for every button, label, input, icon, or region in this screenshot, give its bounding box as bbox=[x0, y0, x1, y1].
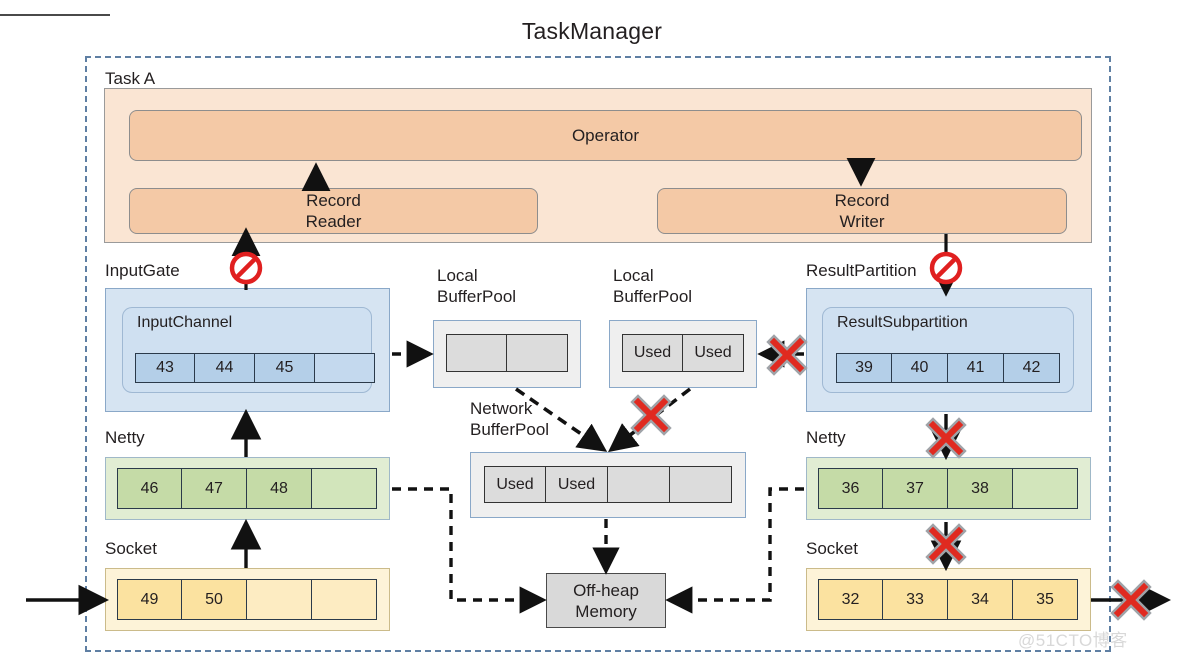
buffer-cell: 50 bbox=[182, 579, 247, 620]
off-heap-memory-box[interactable]: Off-heap Memory bbox=[546, 573, 666, 628]
input-gate-label: InputGate bbox=[105, 261, 180, 280]
local-bufferpool-right-label: Local BufferPool bbox=[613, 266, 693, 306]
netty-left-cells: 46 47 48 bbox=[117, 468, 377, 509]
buffer-cell: 39 bbox=[836, 353, 892, 383]
record-writer-label: Record Writer bbox=[834, 191, 890, 231]
netty-right-cells: 36 37 38 bbox=[818, 468, 1078, 509]
operator-box[interactable]: Operator bbox=[129, 110, 1082, 161]
buffer-cell: 40 bbox=[892, 353, 948, 383]
red-x-icon bbox=[923, 521, 969, 567]
red-x-icon bbox=[628, 392, 674, 438]
no-entry-icon bbox=[929, 251, 963, 285]
socket-left-cells: 49 50 bbox=[117, 579, 377, 620]
buffer-cell-empty bbox=[507, 334, 568, 372]
buffer-cell-empty bbox=[670, 466, 732, 503]
task-a-label: Task A bbox=[105, 69, 156, 88]
result-partition-label: ResultPartition bbox=[806, 261, 917, 280]
buffer-cell: 35 bbox=[1013, 579, 1078, 620]
buffer-cell: Used bbox=[683, 334, 744, 372]
buffer-cell-empty bbox=[1013, 468, 1078, 509]
network-bufferpool-cells: Used Used bbox=[484, 466, 732, 503]
result-subpartition-label: ResultSubpartition bbox=[837, 314, 968, 331]
netty-right-label: Netty bbox=[806, 428, 846, 447]
buffer-cell-empty bbox=[446, 334, 507, 372]
buffer-cell-empty bbox=[608, 466, 670, 503]
socket-left-label: Socket bbox=[105, 539, 157, 558]
buffer-cell-empty bbox=[247, 579, 312, 620]
buffer-cell: Used bbox=[546, 466, 608, 503]
no-entry-icon bbox=[229, 251, 263, 285]
buffer-cell: 43 bbox=[135, 353, 195, 383]
local-bufferpool-right-cells: Used Used bbox=[622, 334, 744, 372]
netty-left-label: Netty bbox=[105, 428, 145, 447]
network-bufferpool-label: Network BufferPool bbox=[470, 399, 550, 439]
red-x-icon bbox=[764, 332, 810, 378]
buffer-cell: 47 bbox=[182, 468, 247, 509]
buffer-cell: 49 bbox=[117, 579, 182, 620]
buffer-cell: 45 bbox=[255, 353, 315, 383]
input-channel-cells: 43 44 45 bbox=[135, 353, 375, 383]
socket-right-cells: 32 33 34 35 bbox=[818, 579, 1078, 620]
page-title: TaskManager bbox=[521, 18, 663, 44]
buffer-cell: 32 bbox=[818, 579, 883, 620]
buffer-cell-empty bbox=[312, 468, 377, 509]
buffer-cell: 37 bbox=[883, 468, 948, 509]
corner-rule bbox=[0, 14, 110, 16]
buffer-cell: 34 bbox=[948, 579, 1013, 620]
record-reader-box[interactable]: Record Reader bbox=[129, 188, 538, 234]
local-bufferpool-left-cells bbox=[446, 334, 568, 372]
result-subpartition-cells: 39 40 41 42 bbox=[836, 353, 1060, 383]
buffer-cell-empty bbox=[315, 353, 375, 383]
buffer-cell: 41 bbox=[948, 353, 1004, 383]
local-bufferpool-left-label: Local BufferPool bbox=[437, 266, 517, 306]
buffer-cell: 33 bbox=[883, 579, 948, 620]
buffer-cell: 44 bbox=[195, 353, 255, 383]
diagram-canvas: TaskManager Task A Operator Record Reade… bbox=[0, 0, 1184, 662]
watermark: @51CTO博客 bbox=[1018, 631, 1128, 650]
input-channel-label: InputChannel bbox=[137, 314, 233, 331]
buffer-cell: 42 bbox=[1004, 353, 1060, 383]
off-heap-memory-label: Off-heap Memory bbox=[573, 580, 639, 621]
buffer-cell: Used bbox=[484, 466, 546, 503]
red-x-icon bbox=[1108, 577, 1154, 623]
buffer-cell: 36 bbox=[818, 468, 883, 509]
buffer-cell: 48 bbox=[247, 468, 312, 509]
buffer-cell: 46 bbox=[117, 468, 182, 509]
buffer-cell: 38 bbox=[948, 468, 1013, 509]
socket-right-label: Socket bbox=[806, 539, 858, 558]
record-writer-box[interactable]: Record Writer bbox=[657, 188, 1067, 234]
buffer-cell: Used bbox=[622, 334, 683, 372]
red-x-icon bbox=[923, 415, 969, 461]
record-reader-label: Record Reader bbox=[305, 191, 362, 231]
buffer-cell-empty bbox=[312, 579, 377, 620]
